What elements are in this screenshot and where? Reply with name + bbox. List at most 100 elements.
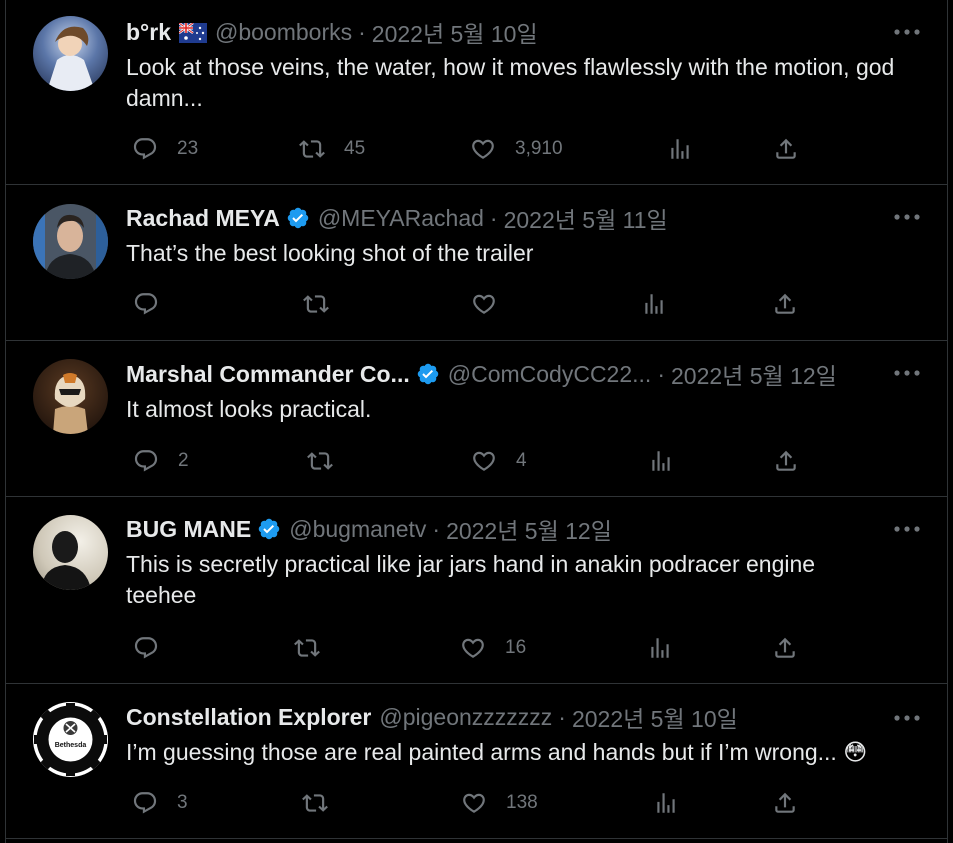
tweet-text: Look at those veins, the water, how it m… xyxy=(126,54,895,111)
share-icon xyxy=(773,448,799,474)
tweet-header: b°rk @boomborks · 2022년 5월 10일 xyxy=(126,15,538,49)
share-button[interactable] xyxy=(772,633,798,663)
tweet[interactable]: BUG MANE @bugmanetv · 2022년 5월 12일 This … xyxy=(6,497,947,684)
like-count: 138 xyxy=(506,792,538,813)
like-button[interactable]: 4 xyxy=(471,446,527,476)
timestamp[interactable]: 2022년 5월 12일 xyxy=(671,357,837,391)
like-icon xyxy=(470,136,496,162)
tweet-text: This is secretly practical like jar jars… xyxy=(126,551,816,608)
reply-button[interactable]: 23 xyxy=(132,134,198,164)
more-icon[interactable] xyxy=(893,710,921,726)
tweet-text: I’m guessing those are real painted arms… xyxy=(126,739,837,765)
separator: · xyxy=(358,18,366,45)
more-icon[interactable] xyxy=(893,365,921,381)
views-button[interactable] xyxy=(648,446,674,476)
display-name[interactable]: Marshal Commander Co... xyxy=(126,361,410,388)
retweet-button[interactable] xyxy=(294,633,339,663)
tweet-text: It almost looks practical. xyxy=(126,396,372,422)
action-bar: 16 xyxy=(126,633,917,663)
avatar[interactable] xyxy=(33,515,108,590)
tweet-text-container: I’m guessing those are real painted arms… xyxy=(126,737,916,768)
reply-timeline: b°rk @boomborks · 2022년 5월 10일 Look at t… xyxy=(5,0,948,843)
retweet-button[interactable] xyxy=(303,289,348,319)
tweet-header: Constellation Explorer @pigeonzzzzzzz · … xyxy=(126,700,738,734)
share-button[interactable] xyxy=(772,788,798,818)
avatar[interactable] xyxy=(33,16,108,91)
reply-count: 3 xyxy=(177,792,188,813)
display-name[interactable]: Rachad MEYA xyxy=(126,205,280,232)
like-count: 16 xyxy=(505,637,527,658)
avatar[interactable] xyxy=(33,204,108,279)
like-count: 4 xyxy=(516,450,527,471)
tweet[interactable]: Bethesda Constellation Explorer @pigeonz… xyxy=(6,684,947,839)
reply-count: 2 xyxy=(178,450,189,471)
tweet-header: Rachad MEYA @MEYARachad · 2022년 5월 11일 xyxy=(126,201,668,235)
share-icon xyxy=(773,136,799,162)
action-bar: 3 138 xyxy=(126,788,917,818)
like-icon xyxy=(471,448,497,474)
share-icon xyxy=(772,790,798,816)
handle[interactable]: @MEYARachad xyxy=(318,205,484,232)
retweet-button[interactable] xyxy=(307,446,352,476)
separator: · xyxy=(432,515,441,542)
tweet[interactable]: Marshal Commander Co... @ComCodyCC22... … xyxy=(6,341,947,497)
timestamp[interactable]: 2022년 5월 10일 xyxy=(572,700,738,734)
like-icon xyxy=(460,635,486,661)
avatar[interactable]: Bethesda xyxy=(33,702,108,777)
timestamp[interactable]: 2022년 5월 10일 xyxy=(372,15,538,49)
handle[interactable]: @boomborks xyxy=(215,19,352,46)
views-button[interactable] xyxy=(653,788,679,818)
handle[interactable]: @bugmanetv xyxy=(289,516,426,543)
display-name[interactable]: Constellation Explorer xyxy=(126,704,371,731)
retweet-count: 45 xyxy=(344,138,366,159)
avatar-logo-text: Bethesda xyxy=(54,742,87,749)
handle[interactable]: @pigeonzzzzzzz xyxy=(379,704,552,731)
action-bar xyxy=(126,289,917,319)
tweet-text: That’s the best looking shot of the trai… xyxy=(126,240,534,266)
like-button[interactable]: 138 xyxy=(461,788,538,818)
share-button[interactable] xyxy=(773,446,799,476)
reply-button[interactable]: 2 xyxy=(133,446,189,476)
share-icon xyxy=(772,291,798,317)
tweet-header: Marshal Commander Co... @ComCodyCC22... … xyxy=(126,357,837,391)
views-icon xyxy=(647,635,673,661)
share-button[interactable] xyxy=(773,134,799,164)
reply-icon xyxy=(133,291,159,317)
separator: · xyxy=(657,360,665,387)
reply-icon xyxy=(132,136,158,162)
reply-button[interactable]: 3 xyxy=(132,788,188,818)
verified-icon xyxy=(286,206,310,230)
retweet-button[interactable] xyxy=(302,788,347,818)
views-icon xyxy=(641,291,667,317)
share-button[interactable] xyxy=(772,289,798,319)
like-button[interactable]: 3,910 xyxy=(470,134,563,164)
retweet-icon xyxy=(307,448,333,474)
views-icon xyxy=(667,136,693,162)
like-button[interactable] xyxy=(471,289,516,319)
verified-icon xyxy=(257,517,281,541)
more-icon[interactable] xyxy=(893,24,921,40)
handle[interactable]: @ComCodyCC22... xyxy=(448,361,652,388)
display-name[interactable]: BUG MANE xyxy=(126,516,251,543)
australia-flag-icon xyxy=(178,22,207,43)
more-icon[interactable] xyxy=(893,521,921,537)
reply-count: 23 xyxy=(177,138,199,159)
retweet-icon xyxy=(302,790,328,816)
display-name[interactable]: b°rk xyxy=(126,19,171,46)
like-button[interactable]: 16 xyxy=(460,633,526,663)
reply-button[interactable] xyxy=(133,289,178,319)
timestamp[interactable]: 2022년 5월 12일 xyxy=(446,512,612,546)
avatar[interactable] xyxy=(33,359,108,434)
separator: · xyxy=(558,703,566,730)
views-button[interactable] xyxy=(647,633,673,663)
views-button[interactable] xyxy=(667,134,693,164)
views-button[interactable] xyxy=(641,289,667,319)
more-icon[interactable] xyxy=(893,209,921,225)
tweet[interactable]: Rachad MEYA @MEYARachad · 2022년 5월 11일 T… xyxy=(6,185,947,341)
reply-button[interactable] xyxy=(133,633,178,663)
retweet-button[interactable]: 45 xyxy=(299,134,365,164)
tweet[interactable]: b°rk @boomborks · 2022년 5월 10일 Look at t… xyxy=(6,0,947,185)
timestamp[interactable]: 2022년 5월 11일 xyxy=(504,201,668,235)
like-icon xyxy=(471,291,497,317)
tweet-header: BUG MANE @bugmanetv · 2022년 5월 12일 xyxy=(126,512,612,546)
